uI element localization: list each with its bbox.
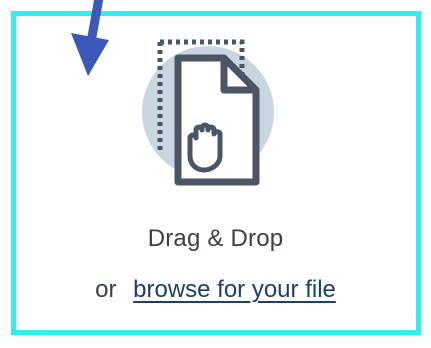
file-drag-hand-icon <box>142 39 274 186</box>
arrow-down-icon <box>71 0 109 76</box>
browse-row: or browse for your file <box>0 276 431 304</box>
browse-file-link[interactable]: browse for your file <box>133 276 336 303</box>
or-label: or <box>95 276 117 303</box>
drag-drop-label: Drag & Drop <box>147 225 284 252</box>
upload-panel: Drag & Drop or browse for your file <box>0 0 431 348</box>
